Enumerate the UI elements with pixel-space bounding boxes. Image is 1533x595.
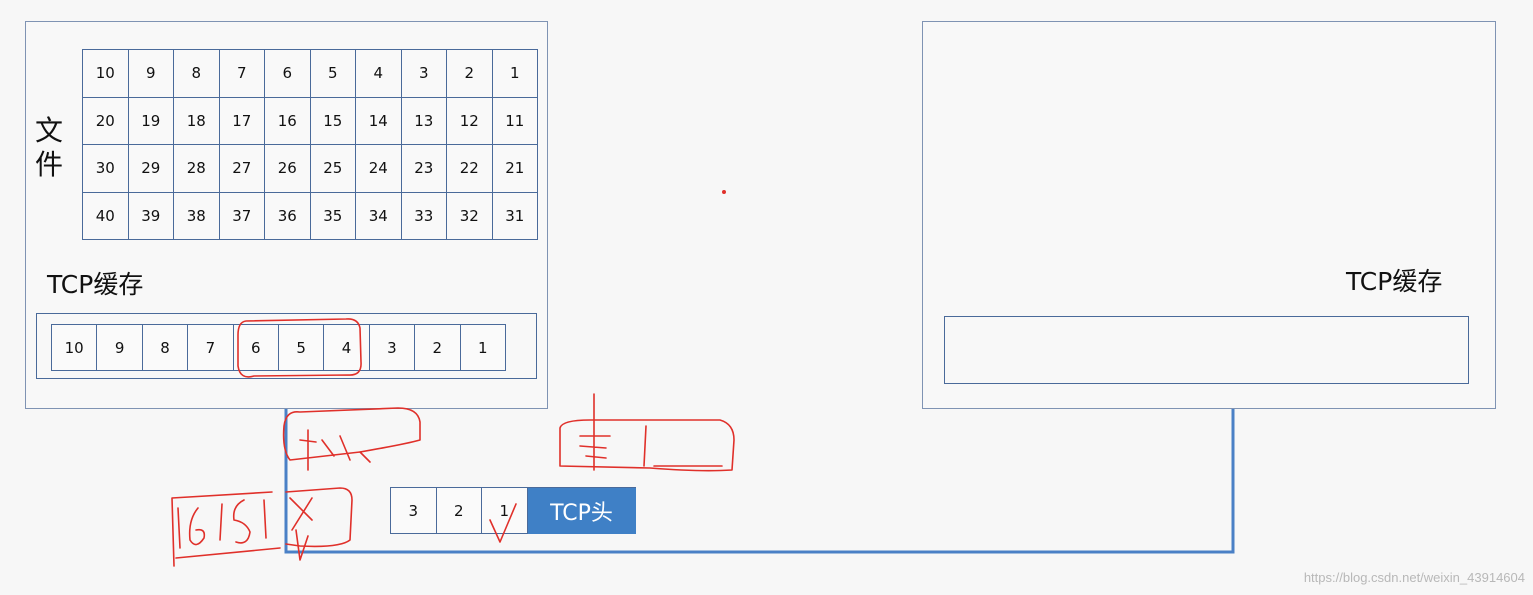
- handwritten-annotations: [171, 190, 735, 567]
- annotation-number: [177, 507, 181, 549]
- annotation-box: [282, 407, 421, 461]
- annotation-box-right: [559, 419, 735, 472]
- annotation-circle: [237, 318, 362, 378]
- watermark: https://blog.csdn.net/weixin_43914604: [1303, 570, 1525, 585]
- annotation-check: [489, 503, 517, 543]
